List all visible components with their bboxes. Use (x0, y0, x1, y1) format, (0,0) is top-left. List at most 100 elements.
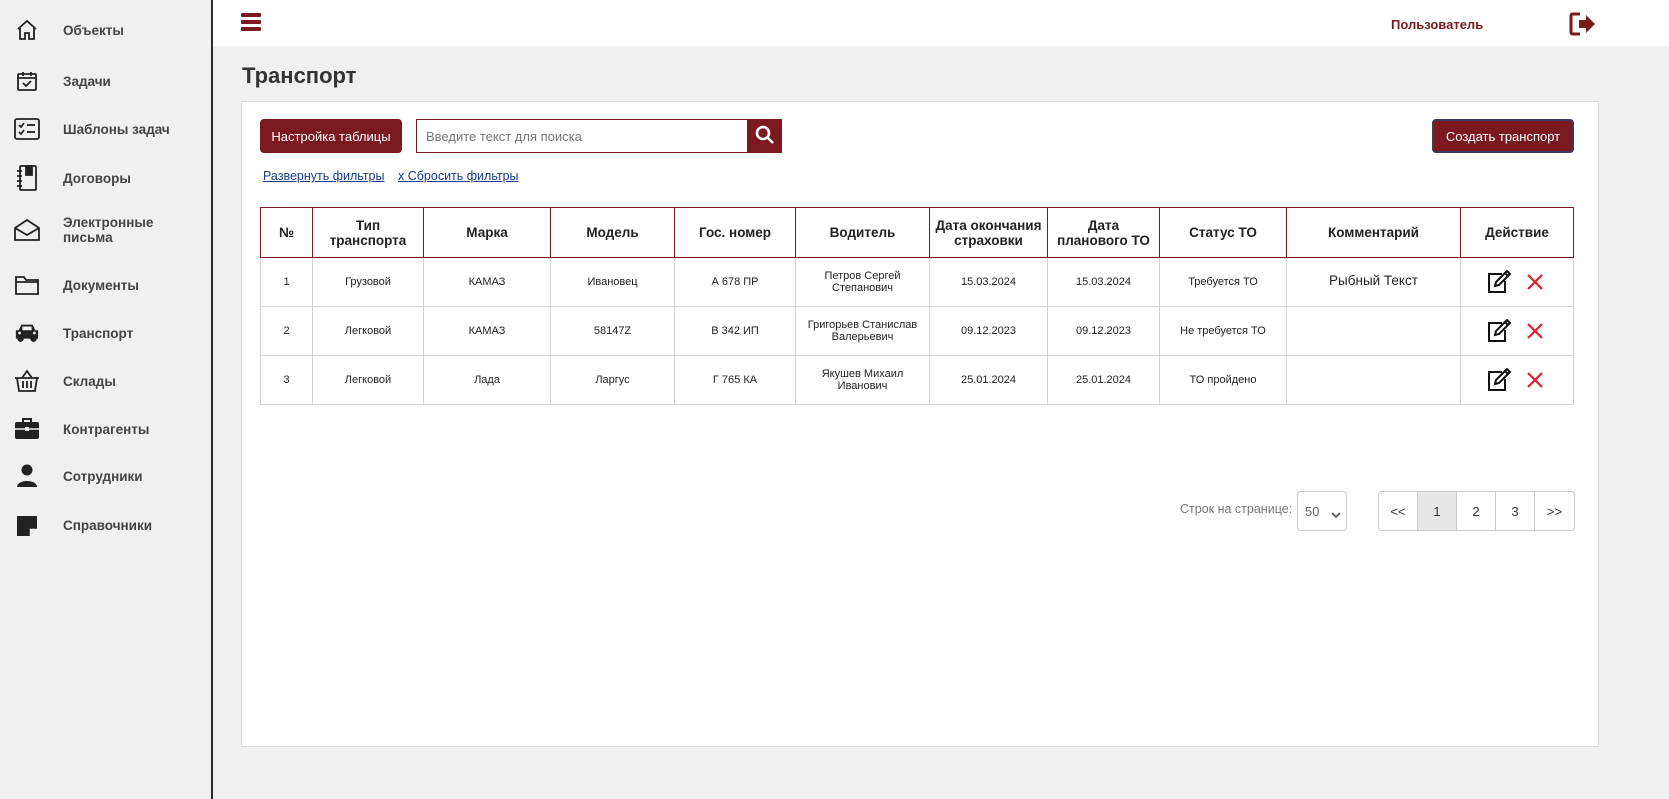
table-row[interactable]: 3 Легковой Лада Ларгус Г 765 КА Якушев М… (260, 355, 1574, 405)
delete-icon[interactable] (1522, 368, 1548, 392)
sidebar-item-warehouses[interactable]: Склады (0, 366, 211, 396)
create-transport-button[interactable]: Создать транспорт (1432, 119, 1574, 153)
folder-icon (14, 272, 40, 298)
sidebar-item-references[interactable]: Справочники (0, 510, 211, 540)
page-button-2[interactable]: 2 (1457, 492, 1496, 530)
cell-driver: Григорьев Станислав Валерьевич (795, 306, 930, 356)
person-icon (14, 463, 40, 489)
column-header[interactable]: Модель (550, 207, 675, 258)
sidebar-item-label: Транспорт (63, 325, 134, 341)
transport-table: № Тип транспорта Марка Модель Гос. номер… (260, 207, 1574, 405)
cell-type: Легковой (312, 306, 424, 356)
sidebar-item-label: Объекты (63, 22, 124, 38)
rows-per-page-select[interactable]: 50 (1297, 491, 1347, 531)
cell-actions (1460, 306, 1574, 356)
expand-filters-link[interactable]: Развернуть фильтры (263, 169, 385, 183)
column-header[interactable]: Гос. номер (674, 207, 796, 258)
cell-maintenance-date: 15.03.2024 (1047, 257, 1160, 307)
rows-per-page-value: 50 (1305, 503, 1320, 519)
column-header[interactable]: Водитель (795, 207, 930, 258)
column-header[interactable]: Дата планового ТО (1047, 207, 1160, 258)
page-button-3[interactable]: 3 (1496, 492, 1535, 530)
page-last-button[interactable]: >> (1535, 492, 1574, 530)
sticky-note-icon (14, 512, 40, 538)
sidebar-item-documents[interactable]: Документы (0, 270, 211, 300)
column-header[interactable]: Тип транспорта (312, 207, 424, 258)
column-header: Действие (1460, 207, 1574, 258)
sidebar-item-task-templates[interactable]: Шаблоны задач (0, 114, 211, 144)
table-row[interactable]: 1 Грузовой КАМАЗ Ивановец А 678 ПР Петро… (260, 257, 1574, 307)
cell-driver: Якушев Михаил Иванович (795, 355, 930, 405)
edit-icon[interactable] (1486, 368, 1512, 392)
envelope-icon (14, 217, 40, 243)
sidebar-item-label: Шаблоны задач (63, 121, 170, 137)
briefcase-icon (14, 416, 40, 442)
sidebar-item-emails[interactable]: Электронные письма (0, 212, 211, 248)
column-header[interactable]: Комментарий (1286, 207, 1461, 258)
cell-model: Ларгус (550, 355, 675, 405)
cell-plate: В 342 ИП (674, 306, 796, 356)
cell-insurance-date: 09.12.2023 (929, 306, 1048, 356)
pagination: << 1 2 3 >> (1378, 491, 1575, 531)
delete-icon[interactable] (1522, 270, 1548, 294)
column-header[interactable]: Марка (423, 207, 551, 258)
cell-model: 58147Z (550, 306, 675, 356)
sidebar-item-objects[interactable]: Объекты (0, 15, 211, 45)
calendar-check-icon (14, 68, 40, 94)
sidebar-item-counterparties[interactable]: Контрагенты (0, 414, 211, 444)
cell-brand: Лада (423, 355, 551, 405)
sidebar-item-label: Сотрудники (63, 468, 143, 484)
cell-comment: Рыбный Текст (1286, 257, 1461, 307)
reset-filters-link[interactable]: x Сбросить фильтры (398, 169, 519, 183)
sidebar-item-label: Договоры (63, 170, 131, 186)
cell-maintenance-date: 09.12.2023 (1047, 306, 1160, 356)
sidebar: Объекты Задачи Шаблоны задач Договоры Эл… (0, 0, 213, 799)
search-button[interactable] (747, 119, 782, 153)
search-icon (755, 125, 775, 148)
car-icon (14, 320, 40, 346)
cell-brand: КАМАЗ (423, 306, 551, 356)
cell-driver: Петров Сергей Степанович (795, 257, 930, 307)
delete-icon[interactable] (1522, 319, 1548, 343)
cell-number: 1 (260, 257, 313, 307)
cell-insurance-date: 15.03.2024 (929, 257, 1048, 307)
sidebar-item-label: Задачи (63, 73, 111, 89)
sidebar-item-tasks[interactable]: Задачи (0, 66, 211, 96)
cell-number: 3 (260, 355, 313, 405)
cell-plate: Г 765 КА (674, 355, 796, 405)
sidebar-item-contracts[interactable]: Договоры (0, 163, 211, 193)
sidebar-item-label: Документы (63, 277, 139, 293)
cell-insurance-date: 25.01.2024 (929, 355, 1048, 405)
column-header[interactable]: Статус ТО (1159, 207, 1287, 258)
cell-maintenance-status: Требуется ТО (1159, 257, 1287, 307)
column-header[interactable]: № (260, 207, 313, 258)
edit-icon[interactable] (1486, 270, 1512, 294)
sidebar-item-label: Контрагенты (63, 421, 150, 437)
cell-actions (1460, 355, 1574, 405)
transport-panel: Настройка таблицы Создать транспорт Разв… (241, 101, 1599, 747)
page-first-button[interactable]: << (1379, 492, 1418, 530)
sidebar-item-employees[interactable]: Сотрудники (0, 461, 211, 491)
hamburger-icon[interactable] (241, 13, 261, 33)
logout-icon[interactable] (1569, 11, 1597, 37)
cell-comment (1286, 306, 1461, 356)
column-header[interactable]: Дата окончания страховки (929, 207, 1048, 258)
rows-per-page-label: Строк на странице: (1180, 502, 1293, 516)
cell-plate: А 678 ПР (674, 257, 796, 307)
sidebar-item-label: Справочники (63, 517, 153, 533)
search-input[interactable] (416, 119, 748, 153)
home-icon (14, 17, 40, 43)
cell-model: Ивановец (550, 257, 675, 307)
table-settings-button[interactable]: Настройка таблицы (260, 119, 402, 153)
sidebar-item-label: Электронные письма (63, 215, 154, 245)
cell-actions (1460, 257, 1574, 307)
cell-maintenance-status: Не требуется ТО (1159, 306, 1287, 356)
edit-icon[interactable] (1486, 319, 1512, 343)
basket-icon (14, 368, 40, 394)
page-button-1[interactable]: 1 (1418, 492, 1457, 530)
sidebar-item-transport[interactable]: Транспорт (0, 318, 211, 348)
cell-number: 2 (260, 306, 313, 356)
table-row[interactable]: 2 Легковой КАМАЗ 58147Z В 342 ИП Григорь… (260, 306, 1574, 356)
notebook-icon (14, 165, 40, 191)
user-menu[interactable]: Пользователь (1391, 17, 1483, 32)
